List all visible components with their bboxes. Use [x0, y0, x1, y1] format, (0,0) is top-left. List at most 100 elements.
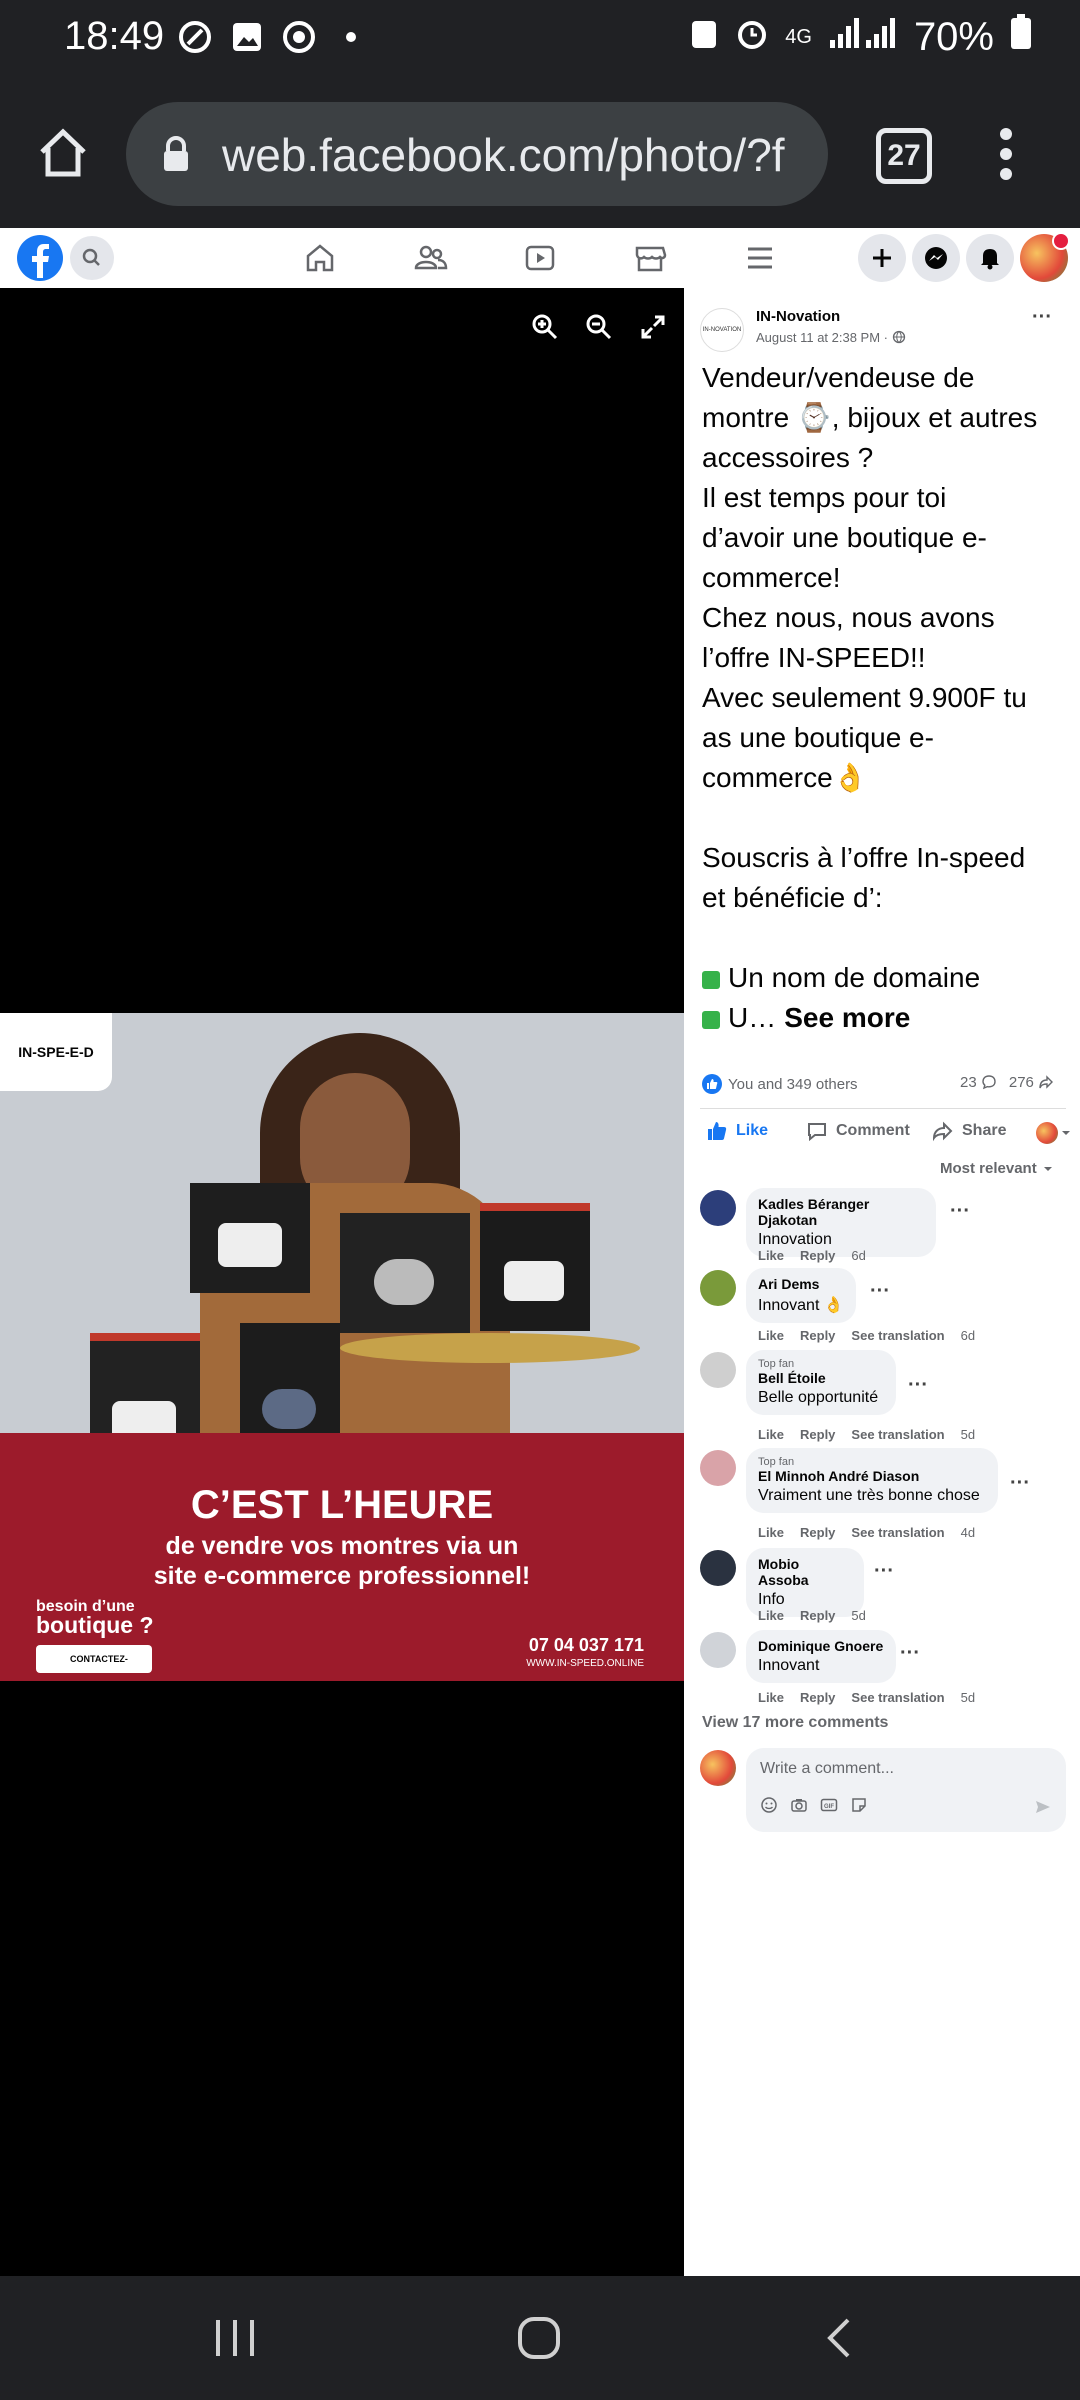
comment-author[interactable]: Bell Étoile [758, 1370, 884, 1386]
comment-options-button[interactable]: ··· [908, 1374, 928, 1397]
comment-reply-button[interactable]: Reply [800, 1690, 835, 1705]
comment-sort-dropdown[interactable]: Most relevant [940, 1160, 1053, 1177]
ad-image[interactable]: IN-SPE-E-D C’EST L’HEURE de vendre vos m… [0, 1013, 684, 1681]
nav-marketplace-tab[interactable] [628, 236, 672, 280]
comment-like-button[interactable]: Like [758, 1248, 784, 1263]
browser-menu-button[interactable] [998, 124, 1014, 184]
avatar[interactable] [700, 1190, 736, 1226]
comment-like-button[interactable]: Like [758, 1427, 784, 1442]
comment-options-button[interactable]: ··· [870, 1280, 890, 1303]
comment-author[interactable]: Ari Dems [758, 1276, 844, 1292]
home-nav-button[interactable] [514, 2316, 564, 2360]
nav-menu-tab[interactable] [738, 236, 782, 280]
profile-avatar[interactable] [1020, 232, 1070, 282]
small-avatar [1036, 1122, 1058, 1144]
post-text-line [702, 918, 1072, 958]
avatar[interactable] [700, 1270, 736, 1306]
reaction-audience-button[interactable] [1036, 1122, 1071, 1144]
comment-reply-button[interactable]: Reply [800, 1427, 835, 1442]
recent-apps-button[interactable] [210, 2316, 260, 2360]
comment-like-button[interactable]: Like [758, 1690, 784, 1705]
facebook-logo-icon[interactable] [16, 234, 64, 282]
reactions-summary[interactable]: You and 349 others [702, 1074, 858, 1094]
comment-like-button[interactable]: Like [758, 1328, 784, 1343]
home-button[interactable] [36, 126, 90, 180]
comment-button[interactable]: Comment [806, 1120, 910, 1142]
comment-time[interactable]: 5d [961, 1427, 975, 1442]
sync-icon [689, 15, 719, 60]
nav-home-tab[interactable] [298, 236, 342, 280]
avatar[interactable] [700, 1632, 736, 1668]
like-button[interactable]: Like [706, 1120, 768, 1142]
emoji-icon[interactable] [760, 1796, 778, 1814]
see-translation-link[interactable]: See translation [851, 1690, 944, 1705]
gallery-icon [230, 20, 264, 54]
send-icon[interactable] [1034, 1798, 1052, 1816]
comment-author[interactable]: Dominique Gnoere [758, 1638, 884, 1654]
comment-author[interactable]: Kadles Béranger Djakotan [758, 1196, 924, 1228]
comment-time[interactable]: 6d [961, 1328, 975, 1343]
comment-like-button[interactable]: Like [758, 1608, 784, 1623]
comment-options-button[interactable]: ··· [950, 1200, 970, 1223]
system-nav-bar [0, 2276, 1080, 2400]
post-text-line: d’avoir une boutique e- [702, 522, 987, 553]
avatar[interactable] [700, 1550, 736, 1586]
tab-switcher-button[interactable]: 27 [876, 128, 932, 184]
browser-toolbar: web.facebook.com/photo/?f 27 [0, 78, 1080, 228]
home-icon [40, 128, 86, 177]
comment-time[interactable]: 5d [851, 1608, 865, 1623]
nav-watch-tab[interactable] [518, 236, 562, 280]
comment-reply-button[interactable]: Reply [800, 1525, 835, 1540]
see-translation-link[interactable]: See translation [851, 1427, 944, 1442]
share-button[interactable]: Share [932, 1120, 1006, 1142]
author-avatar[interactable]: IN-NOVATION [700, 308, 744, 352]
view-more-comments[interactable]: View 17 more comments [702, 1714, 888, 1732]
comment-time[interactable]: 5d [961, 1690, 975, 1705]
post-options-button[interactable]: ··· [1032, 306, 1052, 329]
camera-icon[interactable] [790, 1796, 808, 1814]
comment-time[interactable]: 4d [961, 1525, 975, 1540]
zoom-out-button[interactable] [584, 312, 614, 342]
comment-text: Vraiment une très bonne chose [758, 1487, 980, 1504]
back-chevron-icon [827, 2318, 850, 2358]
composer-avatar[interactable] [700, 1750, 736, 1786]
zoom-in-button[interactable] [530, 312, 560, 342]
comment-reply-button[interactable]: Reply [800, 1328, 835, 1343]
avatar[interactable] [700, 1352, 736, 1388]
avatar[interactable] [700, 1450, 736, 1486]
share-count[interactable]: 276 [1009, 1074, 1054, 1091]
comment-like-button[interactable]: Like [758, 1525, 784, 1540]
comment-input[interactable]: Write a comment... [760, 1760, 894, 1778]
back-button[interactable] [820, 2316, 860, 2360]
post-text-line: Il est temps pour toi [702, 482, 947, 513]
fullscreen-button[interactable] [638, 312, 668, 342]
comment-reply-button[interactable]: Reply [800, 1608, 835, 1623]
gif-icon[interactable]: GIF [820, 1796, 838, 1814]
see-translation-link[interactable]: See translation [851, 1525, 944, 1540]
comment-options-button[interactable]: ··· [1010, 1472, 1030, 1495]
network-type: 4G [785, 26, 812, 48]
comment-author[interactable]: Mobio Assoba [758, 1556, 852, 1588]
sticker-icon[interactable] [850, 1796, 868, 1814]
nav-friends-tab[interactable] [408, 236, 452, 280]
post-text-line: commerce! [702, 562, 841, 593]
post-author[interactable]: IN-Novation [756, 308, 840, 325]
notifications-button[interactable] [966, 234, 1014, 282]
comment-time[interactable]: 6d [851, 1248, 865, 1263]
create-button[interactable] [858, 234, 906, 282]
comment-author[interactable]: El Minnoh André Diason [758, 1468, 986, 1484]
messenger-button[interactable] [912, 234, 960, 282]
post-timestamp[interactable]: August 11 at 2:38 PM · [756, 330, 888, 345]
post-text-line: Vendeur/vendeuse de [702, 362, 975, 393]
comment-options-button[interactable]: ··· [874, 1560, 894, 1583]
see-translation-link[interactable]: See translation [851, 1328, 944, 1343]
see-more-link[interactable]: See more [784, 1002, 910, 1033]
comment-text: Belle opportunité [758, 1389, 879, 1406]
search-button[interactable] [70, 236, 114, 280]
comment-reply-button[interactable]: Reply [800, 1248, 835, 1263]
comment-options-button[interactable]: ··· [900, 1642, 920, 1665]
address-bar[interactable]: web.facebook.com/photo/?f [126, 102, 828, 206]
comment-composer[interactable]: Write a comment... GIF [746, 1748, 1066, 1832]
comment-count[interactable]: 23 [960, 1074, 997, 1091]
notification-app-icon [178, 20, 212, 54]
